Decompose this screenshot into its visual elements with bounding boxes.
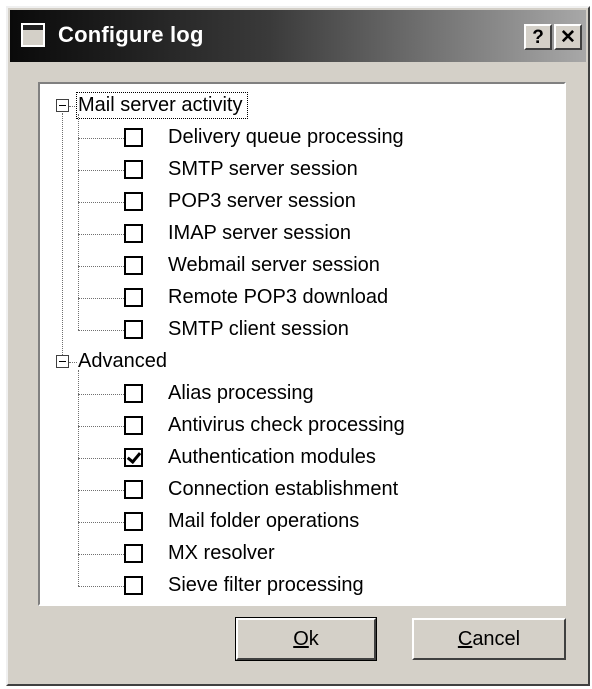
tree-connector: [69, 362, 77, 363]
cancel-button[interactable]: Cancel: [412, 618, 566, 660]
log-option-checkbox[interactable]: [124, 192, 143, 211]
tree-connector: [62, 113, 63, 355]
tree-connector: [78, 114, 79, 330]
ok-button-label: Ok: [293, 627, 319, 650]
log-option-label[interactable]: Authentication modules: [168, 446, 376, 469]
tree-connector: [78, 458, 124, 459]
tree-group-label[interactable]: Advanced: [78, 350, 167, 373]
ok-button[interactable]: Ok: [235, 617, 377, 661]
log-option-checkbox[interactable]: [124, 576, 143, 595]
help-button[interactable]: ?: [524, 24, 552, 50]
log-option-label[interactable]: Sieve filter processing: [168, 574, 364, 597]
log-option-label[interactable]: MX resolver: [168, 542, 275, 565]
log-option-label[interactable]: POP3 server session: [168, 190, 356, 213]
tree-connector: [78, 554, 124, 555]
log-option-label[interactable]: Alias processing: [168, 382, 314, 405]
log-option-checkbox[interactable]: [124, 288, 143, 307]
tree-connector: [78, 330, 124, 331]
tree-connector: [78, 394, 124, 395]
tree-connector: [78, 370, 79, 586]
log-option-label[interactable]: Webmail server session: [168, 254, 380, 277]
log-option-label[interactable]: Mail folder operations: [168, 510, 359, 533]
log-option-label[interactable]: Antivirus check processing: [168, 414, 405, 437]
log-option-checkbox[interactable]: [124, 512, 143, 531]
log-option-label[interactable]: IMAP server session: [168, 222, 351, 245]
tree-connector: [78, 490, 124, 491]
log-option-label[interactable]: SMTP server session: [168, 158, 358, 181]
log-option-checkbox[interactable]: [124, 384, 143, 403]
window-title: Configure log: [58, 22, 204, 47]
tree-connector: [69, 106, 77, 107]
log-option-checkbox[interactable]: [124, 224, 143, 243]
tree-connector: [78, 298, 124, 299]
tree-content: Mail server activity Delivery queue proce…: [40, 84, 564, 604]
title-bar[interactable]: Configure log ? ✕: [10, 10, 586, 62]
tree-connector: [78, 234, 124, 235]
window-icon: [21, 23, 45, 47]
log-option-label[interactable]: Remote POP3 download: [168, 286, 388, 309]
log-options-tree[interactable]: Mail server activity Delivery queue proce…: [38, 82, 566, 606]
log-option-checkbox[interactable]: [124, 544, 143, 563]
log-option-checkbox[interactable]: [124, 448, 143, 467]
tree-connector: [78, 202, 124, 203]
group-expander-icon[interactable]: [56, 355, 69, 368]
tree-connector: [78, 266, 124, 267]
tree-connector: [78, 586, 124, 587]
tree-connector: [78, 522, 124, 523]
group-expander-icon[interactable]: [56, 99, 69, 112]
log-option-checkbox[interactable]: [124, 160, 143, 179]
tree-connector: [78, 138, 124, 139]
log-option-label[interactable]: SMTP client session: [168, 318, 349, 341]
log-option-checkbox[interactable]: [124, 320, 143, 339]
log-option-checkbox[interactable]: [124, 416, 143, 435]
tree-connector: [78, 426, 124, 427]
configure-log-dialog: Configure log ? ✕ Mail server activity De…: [6, 6, 590, 686]
log-option-checkbox[interactable]: [124, 128, 143, 147]
log-option-checkbox[interactable]: [124, 480, 143, 499]
cancel-button-label: Cancel: [457, 627, 521, 650]
log-option-checkbox[interactable]: [124, 256, 143, 275]
tree-group-label[interactable]: Mail server activity: [75, 92, 249, 119]
close-button[interactable]: ✕: [554, 24, 582, 50]
tree-connector: [78, 170, 124, 171]
log-option-label[interactable]: Connection establishment: [168, 478, 398, 501]
log-option-label[interactable]: Delivery queue processing: [168, 126, 404, 149]
